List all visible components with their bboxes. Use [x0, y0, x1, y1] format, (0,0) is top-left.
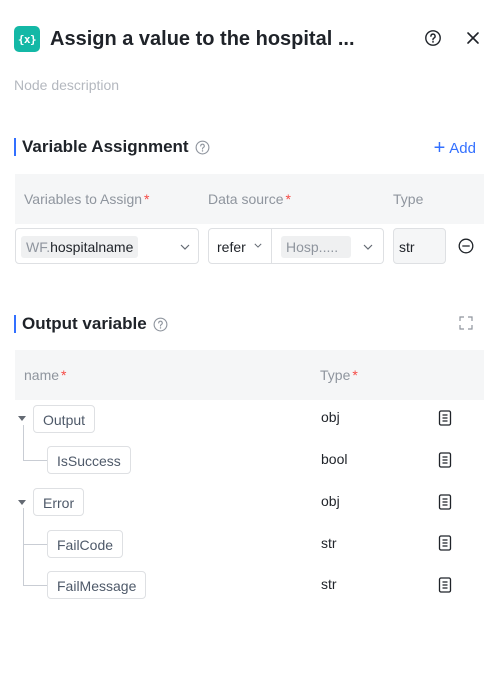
- failmessage-name-field[interactable]: FailMessage: [47, 571, 147, 599]
- help-circle-icon[interactable]: [153, 317, 168, 332]
- chevron-down-icon: [254, 243, 262, 248]
- output-variable-heading: Output variable: [14, 313, 168, 335]
- type-column-header: Type: [393, 191, 424, 207]
- tree-connector: [23, 460, 47, 461]
- document-icon[interactable]: [438, 494, 452, 510]
- variable-assignment-heading: Variable Assignment: [14, 136, 210, 158]
- chevron-down-icon: [363, 244, 373, 250]
- assignment-table-header: Variables to Assign * Data source * Type: [15, 174, 484, 224]
- type-column-header: Type *: [320, 367, 358, 383]
- output-name-field[interactable]: Output: [33, 405, 96, 433]
- collapse-caret-icon[interactable]: [17, 416, 27, 422]
- issuccess-type: bool: [321, 451, 348, 467]
- variables-column-header: Variables to Assign *: [24, 191, 150, 207]
- variable-select[interactable]: WF.hospitalname: [15, 228, 199, 264]
- name-column-header: name *: [24, 367, 67, 383]
- error-name-field[interactable]: Error: [33, 488, 85, 516]
- remove-circle-icon[interactable]: [458, 238, 474, 254]
- expand-icon[interactable]: [459, 316, 473, 330]
- type-value: str: [399, 239, 415, 255]
- output-type: obj: [321, 409, 340, 425]
- failmessage-type: str: [321, 576, 337, 592]
- failcode-type: str: [321, 535, 337, 551]
- error-type: obj: [321, 493, 340, 509]
- node-title[interactable]: Assign a value to the hospital ...: [50, 28, 355, 51]
- tree-connector: [23, 544, 47, 545]
- tree-connector: [23, 508, 24, 586]
- add-label: Add: [449, 139, 476, 157]
- plus-icon: +: [433, 137, 446, 159]
- add-variable-button[interactable]: + Add: [434, 138, 476, 158]
- document-icon[interactable]: [438, 410, 452, 426]
- source-value-chip: Hosp.....: [281, 236, 351, 258]
- document-icon[interactable]: [438, 535, 452, 551]
- chevron-down-icon: [180, 244, 190, 250]
- section-accent-bar: [14, 138, 16, 156]
- collapse-caret-icon[interactable]: [17, 500, 27, 506]
- output-variable-title: Output variable: [22, 314, 147, 333]
- data-source-field[interactable]: refer Hosp.....: [208, 228, 384, 264]
- source-column-header: Data source *: [208, 191, 291, 207]
- variable-chip: WF.hospitalname: [21, 236, 139, 258]
- help-circle-icon[interactable]: [424, 29, 442, 47]
- panel-header: {x} Assign a value to the hospital ...: [14, 24, 482, 54]
- source-mode-select[interactable]: refer: [217, 239, 246, 255]
- section-accent-bar: [14, 315, 16, 333]
- variable-assignment-title: Variable Assignment: [22, 137, 189, 156]
- variable-node-icon: {x}: [14, 26, 40, 52]
- document-icon[interactable]: [438, 577, 452, 593]
- divider: [271, 229, 272, 263]
- node-description-input[interactable]: Node description: [14, 77, 119, 93]
- document-icon[interactable]: [438, 452, 452, 468]
- help-circle-icon[interactable]: [195, 140, 210, 155]
- close-icon[interactable]: [464, 29, 482, 47]
- tree-connector: [23, 425, 24, 461]
- type-field: str: [393, 228, 446, 264]
- failcode-name-field[interactable]: FailCode: [47, 530, 124, 558]
- output-table-header: name * Type *: [15, 350, 484, 400]
- issuccess-name-field[interactable]: IsSuccess: [47, 446, 131, 474]
- tree-connector: [23, 585, 47, 586]
